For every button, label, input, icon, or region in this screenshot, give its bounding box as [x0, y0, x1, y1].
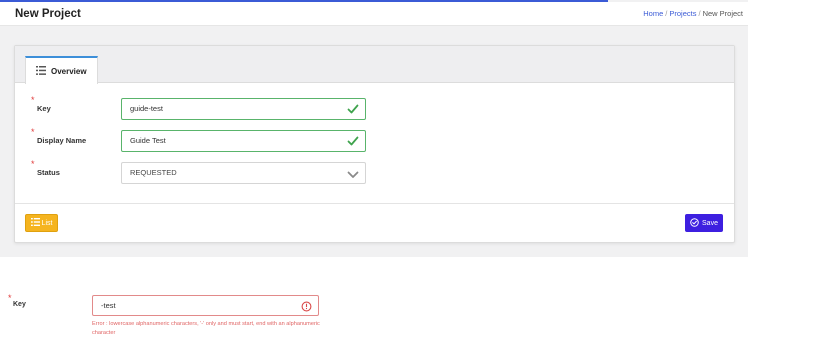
display-name-row: * Display Name Guide Test: [15, 127, 734, 152]
save-button-label: Save: [702, 219, 718, 227]
required-mark: *: [31, 159, 35, 169]
breadcrumb-separator: /: [698, 9, 701, 18]
card-header: Overview: [15, 46, 734, 84]
key-label: Key: [37, 104, 51, 113]
check-icon: [347, 135, 359, 155]
status-label: Status: [37, 168, 60, 177]
key-input-invalid[interactable]: -test: [92, 295, 319, 316]
breadcrumb-projects[interactable]: Projects: [669, 9, 696, 18]
status-row: * Status REQUESTED: [15, 159, 734, 184]
key-error-example: * Key -test Error : lowercase alphanumer…: [0, 293, 813, 340]
tab-label: Overview: [51, 66, 87, 76]
list-button[interactable]: List: [25, 214, 58, 232]
screenshot-area: New Project Home / Projects / New Project Ov…: [0, 0, 748, 257]
top-bar: New Project Home / Projects / New Project: [0, 2, 748, 26]
key-input[interactable]: guide-test: [121, 98, 366, 120]
check-icon: [347, 103, 359, 123]
breadcrumb-home[interactable]: Home: [643, 9, 663, 18]
breadcrumb-current: New Project: [702, 9, 743, 18]
required-mark: *: [31, 95, 35, 105]
list-button-label: List: [41, 219, 53, 227]
display-name-input[interactable]: Guide Test: [121, 130, 366, 152]
display-name-label: Display Name: [37, 136, 87, 145]
check-circle-icon: [690, 217, 699, 229]
card-footer: List Save: [15, 203, 734, 244]
required-mark: *: [8, 293, 12, 303]
chevron-down-icon: [347, 168, 359, 188]
project-form-card: Overview * Key guide-test * Display Name…: [14, 45, 735, 243]
breadcrumb-separator: /: [665, 9, 668, 18]
tab-overview[interactable]: Overview: [25, 56, 98, 84]
key-label: Key: [13, 301, 26, 308]
key-value: guide-test: [130, 104, 163, 113]
validation-error-message: Error : lowercase alphanumeric character…: [92, 321, 320, 336]
alert-circle-icon: [301, 300, 312, 319]
save-button[interactable]: Save: [685, 214, 723, 232]
list-icon: [30, 218, 40, 228]
status-value: REQUESTED: [130, 168, 177, 177]
display-name-value: Guide Test: [130, 136, 166, 145]
key-value: -test: [101, 301, 116, 310]
list-icon: [36, 65, 46, 77]
status-select[interactable]: REQUESTED: [121, 162, 366, 184]
required-mark: *: [31, 127, 35, 137]
page-title: New Project: [15, 8, 81, 20]
key-row: * Key guide-test: [15, 95, 734, 120]
breadcrumb: Home / Projects / New Project: [643, 9, 743, 18]
